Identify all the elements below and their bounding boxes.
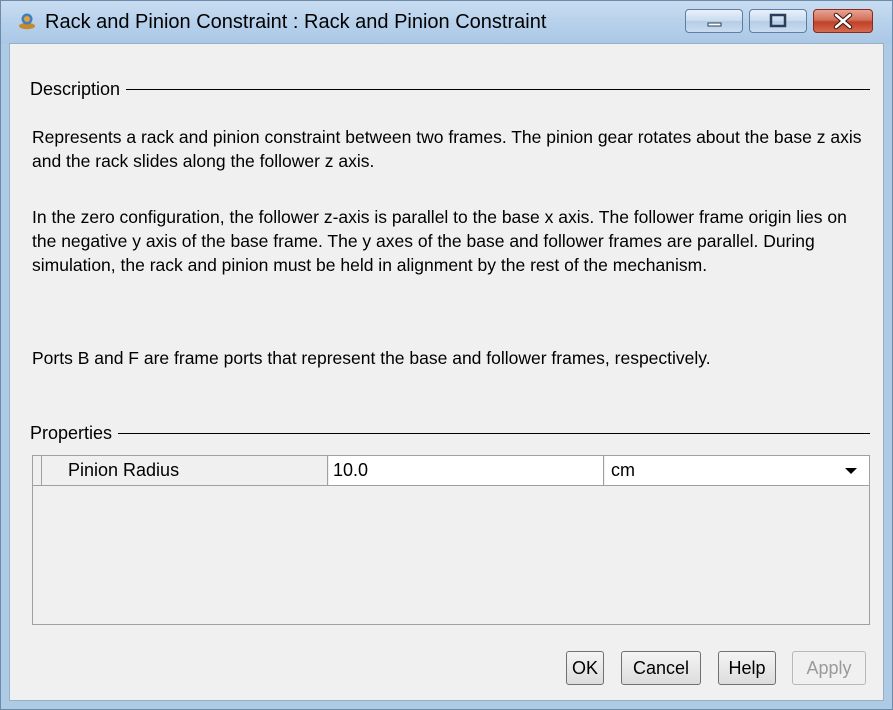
dialog-window: Rack and Pinion Constraint : Rack and Pi…	[0, 0, 893, 710]
description-text-3: Ports B and F are frame ports that repre…	[32, 346, 872, 370]
properties-label: Properties	[30, 422, 119, 444]
ok-button[interactable]: OK	[566, 651, 604, 685]
properties-table: Pinion Radius 10.0 cm	[32, 455, 870, 625]
help-button[interactable]: Help	[718, 651, 776, 685]
table-row: Pinion Radius 10.0 cm	[33, 456, 869, 486]
pinion-radius-value-field[interactable]: 10.0	[329, 456, 604, 485]
description-text-2: In the zero configuration, the follower …	[32, 205, 872, 277]
row-header[interactable]	[33, 456, 42, 485]
description-text: Represents a rack and pinion constraint …	[32, 125, 872, 173]
properties-divider	[30, 433, 870, 434]
unit-dropdown-value: cm	[611, 460, 635, 480]
title-bar[interactable]: Rack and Pinion Constraint : Rack and Pi…	[1, 1, 892, 43]
dialog-client-area: Description Represents a rack and pinion…	[9, 43, 884, 701]
property-name-cell: Pinion Radius	[42, 456, 328, 485]
description-divider	[30, 89, 870, 90]
window-title: Rack and Pinion Constraint : Rack and Pi…	[45, 11, 547, 33]
chevron-down-icon[interactable]	[845, 468, 857, 474]
description-paragraph-2: In the zero configuration, the follower …	[32, 207, 847, 275]
close-button[interactable]	[813, 9, 873, 33]
unit-dropdown[interactable]: cm	[605, 456, 869, 485]
maximize-icon	[769, 13, 787, 28]
description-label: Description	[30, 78, 127, 100]
description-paragraph-3: Ports B and F are frame ports that repre…	[32, 348, 711, 368]
maximize-button[interactable]	[749, 9, 807, 33]
cancel-button[interactable]: Cancel	[621, 651, 701, 685]
close-icon	[833, 12, 853, 30]
apply-button[interactable]: Apply	[792, 651, 866, 685]
minimize-button[interactable]	[685, 9, 743, 33]
description-paragraph-1: Represents a rack and pinion constraint …	[32, 127, 862, 171]
minimize-icon	[707, 22, 722, 27]
simulink-block-icon	[17, 11, 37, 31]
